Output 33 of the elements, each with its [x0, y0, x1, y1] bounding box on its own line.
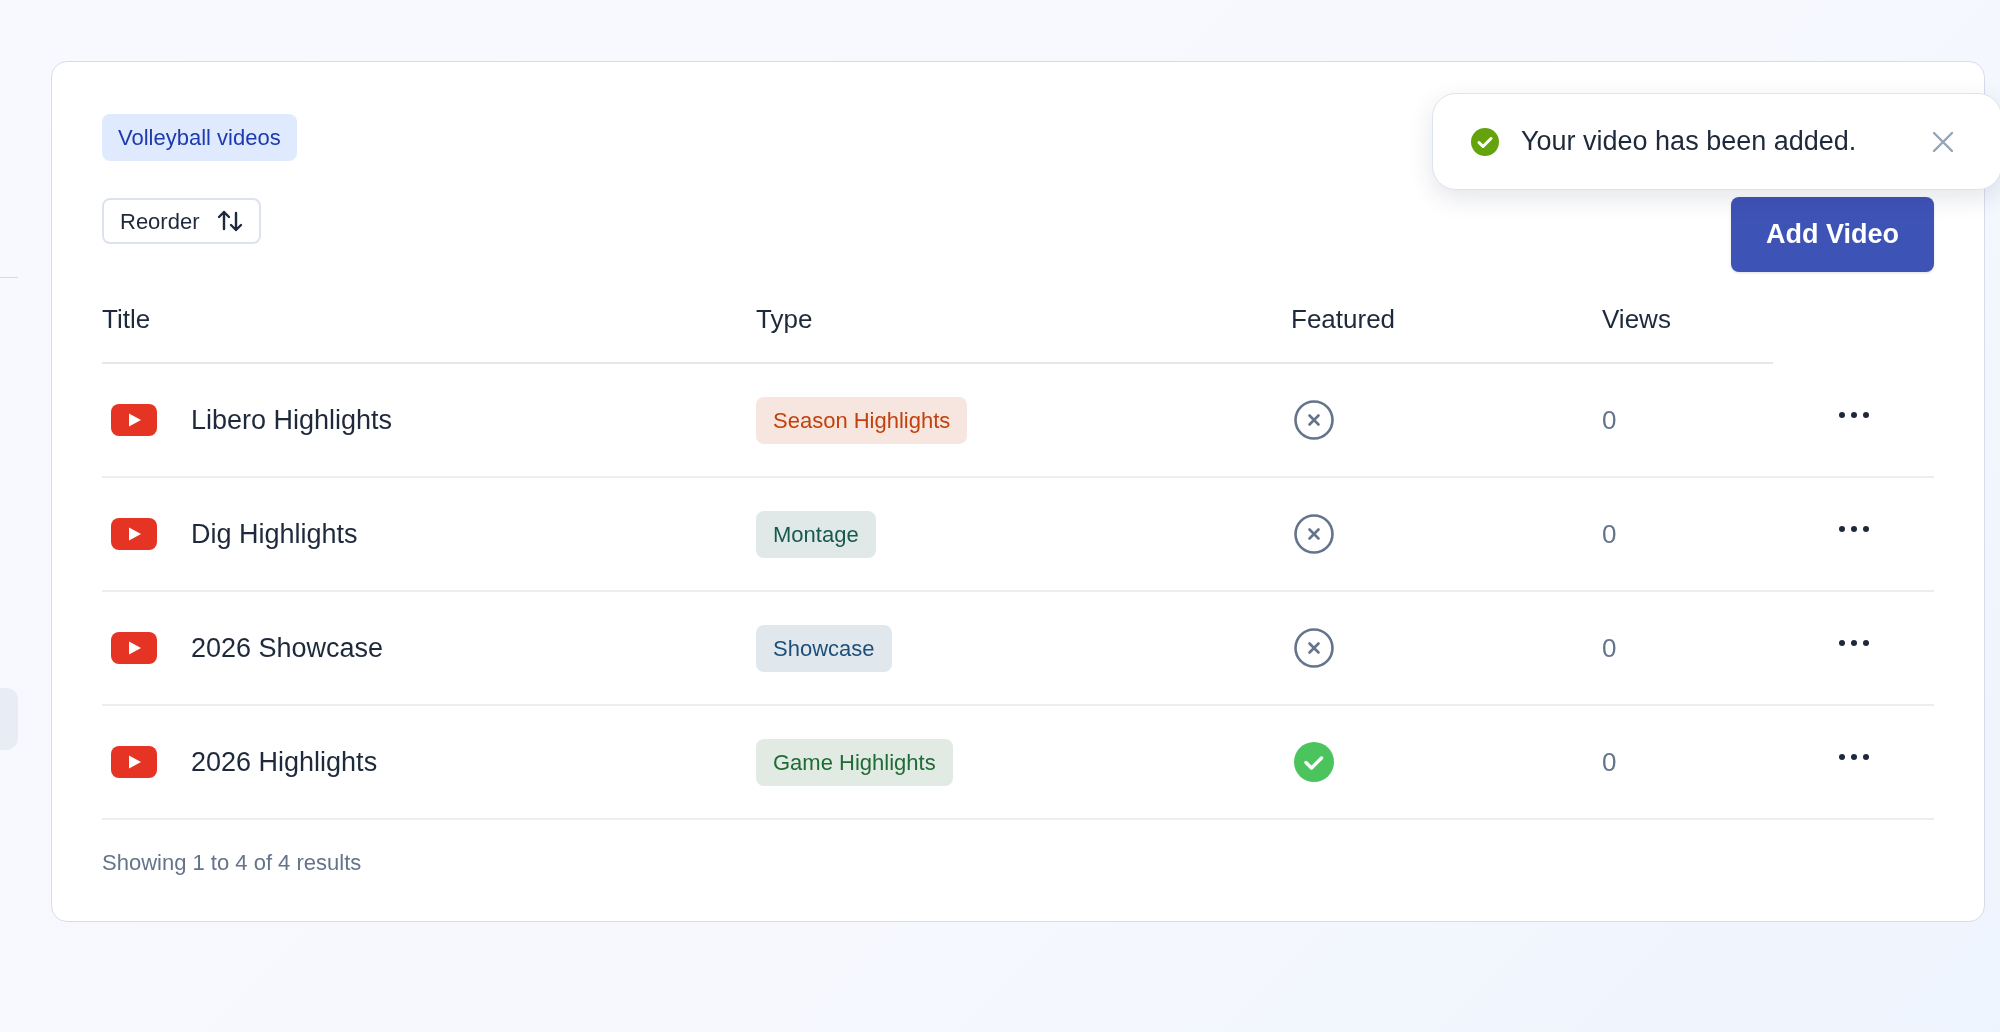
type-tag: Montage: [756, 510, 876, 558]
video-title: 2026 Highlights: [191, 745, 378, 779]
close-icon: [1932, 130, 1954, 153]
type-tag: Game Highlights: [756, 738, 953, 786]
column-header: Type: [756, 302, 813, 336]
check-circle-icon: [1471, 127, 1499, 156]
view-count: 0: [1602, 632, 1617, 663]
view-count: 0: [1602, 746, 1617, 777]
type-tag: Season Highlights: [756, 396, 968, 444]
toast-message: Your video has been added.: [1521, 125, 1857, 159]
more-icon: [1839, 526, 1869, 532]
add-video-button[interactable]: Add Video: [1731, 197, 1934, 272]
reorder-button[interactable]: Reorder: [102, 198, 262, 244]
type-tag: Showcase: [756, 624, 892, 672]
column-header: Views: [1602, 302, 1671, 336]
play-video-icon: [111, 404, 157, 436]
video-title: 2026 Showcase: [191, 631, 384, 665]
close-button[interactable]: [1931, 129, 1955, 154]
sort-arrows-icon: [217, 209, 244, 233]
results-summary: Showing 1 to 4 of 4 results: [102, 849, 363, 877]
column-header: Title: [102, 302, 151, 336]
more-icon: [1839, 640, 1869, 646]
play-video-icon: [111, 518, 157, 550]
more-icon: [1839, 412, 1869, 418]
more-icon: [1839, 754, 1869, 760]
play-video-icon: [111, 746, 157, 778]
view-count: 0: [1602, 404, 1617, 435]
play-video-icon: [111, 632, 157, 664]
column-header: Featured: [1291, 302, 1396, 336]
video-title: Dig Highlights: [191, 517, 358, 551]
collection-tag: Volleyball videos: [102, 114, 297, 161]
video-title: Libero Highlights: [191, 403, 393, 437]
view-count: 0: [1602, 518, 1617, 549]
